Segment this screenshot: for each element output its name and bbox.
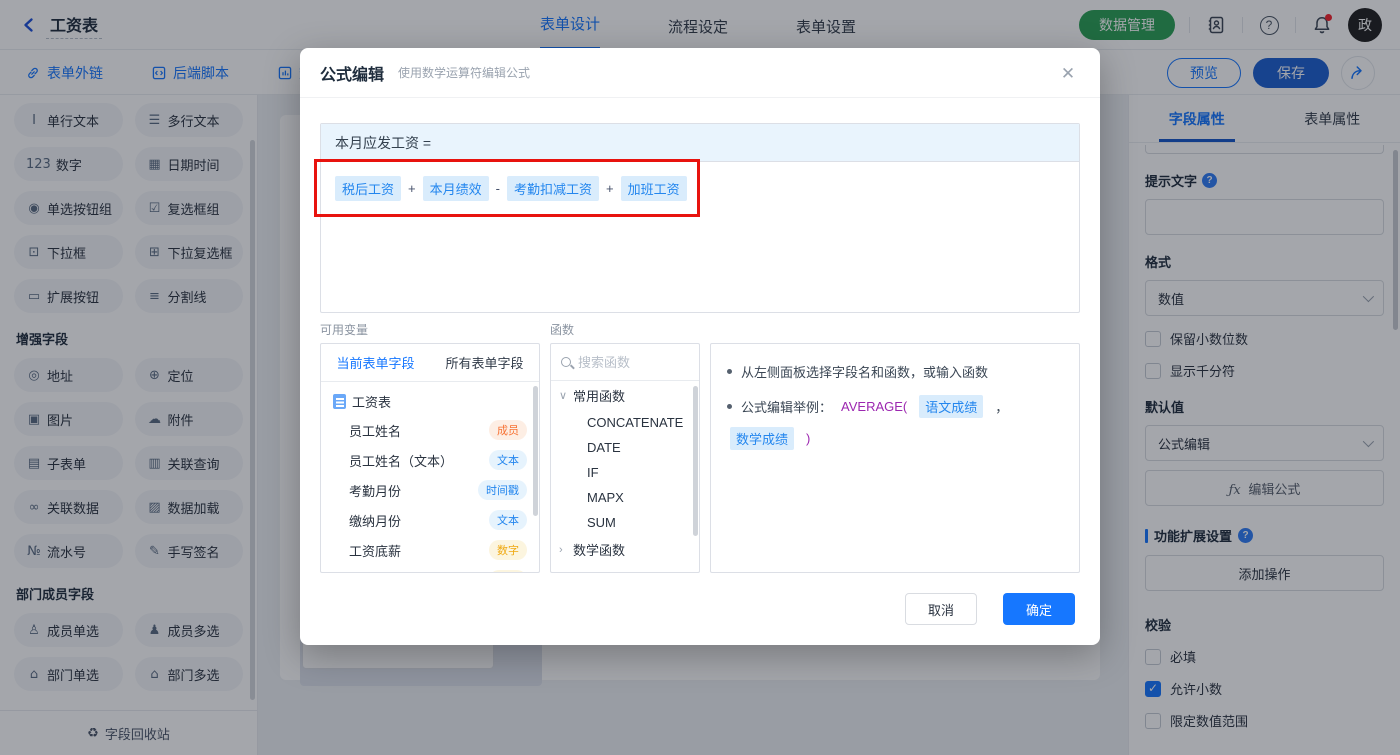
modal-subtitle: 使用数学运算符编辑公式	[398, 64, 530, 81]
form-doc-icon	[333, 394, 346, 409]
modal-title: 公式编辑	[320, 61, 384, 85]
functions-scrollbar[interactable]	[693, 386, 698, 536]
search-icon	[561, 357, 571, 367]
function-row[interactable]: › 数学函数	[551, 535, 699, 564]
variables-tab[interactable]: 所有表单字段	[430, 344, 539, 381]
cancel-button[interactable]: 取消	[905, 593, 977, 625]
formula-token[interactable]: -	[495, 181, 501, 196]
close-icon[interactable]: ✕	[1056, 62, 1080, 86]
modal-header: 公式编辑 使用数学运算符编辑公式	[300, 48, 1100, 98]
function-row[interactable]: › 文本函数	[551, 564, 699, 573]
formula-target: 本月应发工资 =	[321, 124, 1079, 162]
formula-token[interactable]: 税后工资	[335, 176, 401, 201]
tip-line-1: 从左侧面板选择字段名和函数，或输入函数	[727, 362, 1063, 381]
variables-panel: 当前表单字段 所有表单字段 工资表 员工姓名 成员 员工姓名（文本） 文本	[320, 343, 540, 573]
function-search-input[interactable]	[578, 355, 668, 370]
variable-field-row[interactable]: 员工姓名（文本） 文本	[321, 445, 539, 475]
example-token: 语文成绩	[919, 395, 983, 418]
field-type-badge: 文本	[489, 510, 527, 530]
function-row[interactable]: SUM	[551, 510, 699, 535]
variable-field-row[interactable]: 单日工资 数字	[321, 565, 539, 573]
variables-scrollbar[interactable]	[533, 386, 538, 516]
functions-label: 函数	[550, 321, 574, 338]
formula-expression[interactable]: 税后工资 + 本月绩效-考勤扣减工资 + 加班工资	[321, 162, 1079, 215]
field-type-badge: 成员	[489, 420, 527, 440]
field-type-badge: 数字	[489, 570, 527, 573]
formula-token[interactable]: 加班工资	[621, 176, 687, 201]
function-search[interactable]	[551, 344, 699, 381]
formula-tips-panel: 从左侧面板选择字段名和函数，或输入函数 公式编辑举例：AVERAGE(语文成绩，…	[710, 343, 1080, 573]
variable-field-row[interactable]: 缴纳月份 文本	[321, 505, 539, 535]
variables-tab[interactable]: 当前表单字段	[321, 344, 430, 381]
function-row[interactable]: IF	[551, 460, 699, 485]
variable-field-row[interactable]: 工资底薪 数字	[321, 535, 539, 565]
functions-panel: ∨ 常用函数 CONCATENATE DATE IF MAPX	[550, 343, 700, 573]
formula-token[interactable]: +	[605, 181, 615, 196]
formula-token[interactable]: 考勤扣减工资	[507, 176, 599, 201]
variable-field-row[interactable]: 考勤月份 时间戳	[321, 475, 539, 505]
variable-field-row[interactable]: 员工姓名 成员	[321, 415, 539, 445]
variables-label: 可用变量	[320, 321, 368, 338]
caret-icon: ›	[559, 573, 573, 574]
screen: 工资表 表单设计 流程设定 表单设置 数据管理 ? 政	[0, 0, 1400, 755]
tip-line-2: 公式编辑举例：AVERAGE(语文成绩，数学成绩)	[727, 395, 1063, 450]
formula-token[interactable]: +	[407, 181, 417, 196]
caret-icon: ›	[559, 544, 573, 556]
variables-tree-root[interactable]: 工资表	[321, 382, 539, 415]
function-row[interactable]: CONCATENATE	[551, 410, 699, 435]
example-token: 数学成绩	[730, 427, 794, 450]
function-row[interactable]: MAPX	[551, 485, 699, 510]
formula-editor[interactable]: 本月应发工资 = 税后工资 + 本月绩效-考勤扣减工资 + 加班工资	[320, 123, 1080, 313]
function-row[interactable]: DATE	[551, 435, 699, 460]
formula-editor-modal: 公式编辑 使用数学运算符编辑公式 ✕ 本月应发工资 = 税后工资+本月绩效-考勤…	[300, 48, 1100, 645]
field-type-badge: 时间戳	[478, 480, 527, 500]
modal-footer: 取消 确定	[905, 593, 1075, 625]
formula-token[interactable]: 本月绩效	[423, 176, 489, 201]
function-row[interactable]: ∨ 常用函数	[551, 381, 699, 410]
field-type-badge: 文本	[489, 450, 527, 470]
caret-icon: ∨	[559, 389, 573, 402]
confirm-button[interactable]: 确定	[1003, 593, 1075, 625]
field-type-badge: 数字	[489, 540, 527, 560]
